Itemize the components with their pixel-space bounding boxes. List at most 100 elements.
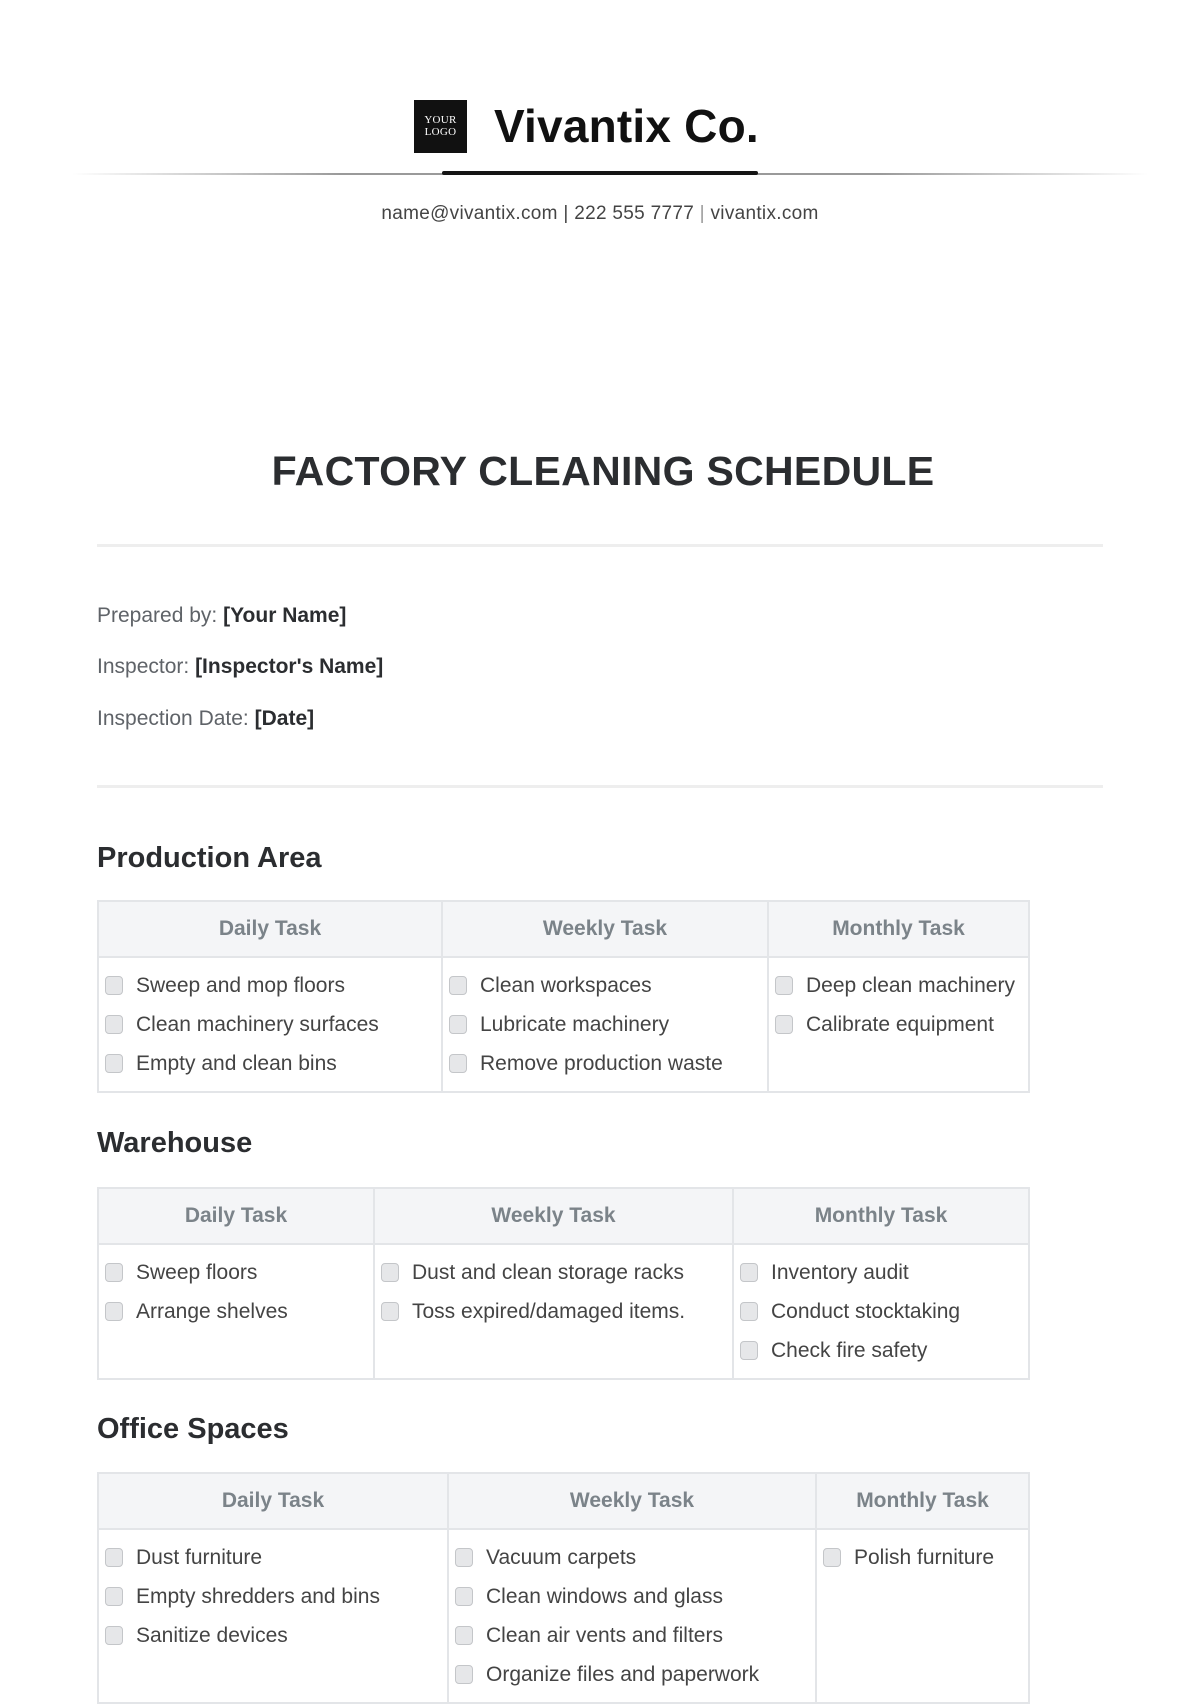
warehouse-table: Daily Task Weekly Task Monthly Task Sweep f… (97, 1187, 1030, 1380)
table-row: Dust furniture Empty shredders and bins Sa… (97, 1528, 1030, 1704)
task-label: Arrange shelves (136, 1299, 288, 1323)
task-label: Empty shredders and bins (136, 1584, 380, 1608)
task-label: Conduct stocktaking (771, 1299, 961, 1323)
task-item: Conduct stocktaking (740, 1292, 1028, 1331)
meta-value: [Date] (254, 707, 315, 730)
column-header-monthly: Monthly Task (767, 900, 1030, 958)
table-header-row: Daily Task Weekly Task Monthly Task (97, 900, 1030, 958)
logo-placeholder: YOUR LOGO (414, 99, 467, 153)
monthly-task-cell: Inventory audit Conduct stocktaking Check … (732, 1243, 1030, 1380)
checkbox[interactable] (105, 1548, 123, 1567)
column-header-daily: Daily Task (97, 900, 443, 958)
task-label: Empty and clean bins (136, 1051, 337, 1075)
task-label: Organize files and paperwork (486, 1662, 760, 1686)
checkbox[interactable] (775, 1015, 793, 1034)
task-item: Toss expired/damaged items. (381, 1292, 732, 1331)
task-item: Calibrate equipment (775, 1005, 1028, 1044)
checkbox[interactable] (740, 1263, 758, 1282)
contact-separator: | (699, 203, 705, 224)
checkbox[interactable] (105, 1302, 123, 1321)
meta-label: Inspection Date: (97, 707, 249, 730)
column-header-weekly: Weekly Task (373, 1187, 734, 1245)
task-label: Calibrate equipment (806, 1012, 994, 1036)
task-item: Clean machinery surfaces (105, 1005, 441, 1044)
checkbox[interactable] (449, 976, 467, 995)
task-item: Empty shredders and bins (105, 1577, 447, 1616)
task-item: Lubricate machinery (449, 1005, 767, 1044)
checkbox[interactable] (455, 1626, 473, 1645)
table-header-row: Daily Task Weekly Task Monthly Task (97, 1472, 1030, 1530)
column-header-daily: Daily Task (97, 1187, 375, 1245)
contact-website: vivantix.com (710, 203, 819, 224)
task-label: Deep clean machinery (806, 973, 1015, 997)
checkbox[interactable] (105, 1626, 123, 1645)
header-accent-bar (442, 171, 758, 175)
column-header-monthly: Monthly Task (815, 1472, 1030, 1530)
daily-task-cell: Sweep floors Arrange shelves (97, 1243, 375, 1380)
section-divider (97, 544, 1103, 547)
task-label: Check fire safety (771, 1338, 928, 1362)
section-title-production-area: Production Area (97, 842, 322, 874)
checkbox[interactable] (740, 1341, 758, 1360)
checkbox[interactable] (381, 1263, 399, 1282)
task-item: Sweep floors (105, 1253, 373, 1292)
task-label: Sweep and mop floors (136, 973, 345, 997)
task-label: Sweep floors (136, 1260, 258, 1284)
production-area-table: Daily Task Weekly Task Monthly Task Sweep a… (97, 900, 1030, 1093)
task-item: Sweep and mop floors (105, 966, 441, 1005)
task-label: Clean air vents and filters (486, 1623, 723, 1647)
company-name: Vivantix Co. (494, 100, 759, 152)
column-header-daily: Daily Task (97, 1472, 449, 1530)
section-title-office-spaces: Office Spaces (97, 1413, 289, 1445)
task-label: Toss expired/damaged items. (412, 1299, 686, 1323)
daily-task-cell: Sweep and mop floors Clean machinery surf… (97, 956, 443, 1093)
checkbox[interactable] (449, 1015, 467, 1034)
checkbox[interactable] (775, 976, 793, 995)
meta-value: [Inspector's Name] (195, 655, 384, 678)
checkbox[interactable] (105, 1015, 123, 1034)
task-item: Deep clean machinery (775, 966, 1028, 1005)
weekly-task-cell: Vacuum carpets Clean windows and glass Cle… (447, 1528, 817, 1704)
column-header-weekly: Weekly Task (441, 900, 769, 958)
table-row: Sweep floors Arrange shelves Dust and clea… (97, 1243, 1030, 1380)
letterhead: YOUR LOGO Vivantix Co. name@vivantix.com… (0, 0, 1200, 240)
checkbox[interactable] (105, 976, 123, 995)
task-label: Clean windows and glass (486, 1584, 723, 1608)
task-label: Clean workspaces (480, 973, 652, 997)
brand: YOUR LOGO Vivantix Co. (414, 99, 759, 153)
task-label: Inventory audit (771, 1260, 909, 1284)
checkbox[interactable] (740, 1302, 758, 1321)
section-title-warehouse: Warehouse (97, 1127, 253, 1159)
meta-inspection-date: Inspection Date: [Date] (97, 707, 314, 731)
checkbox[interactable] (449, 1054, 467, 1073)
meta-inspector: Inspector: [Inspector's Name] (97, 655, 383, 679)
logo-text-line2: LOGO (424, 126, 457, 138)
task-item: Vacuum carpets (455, 1538, 815, 1577)
contact-separator: | (563, 203, 569, 224)
contact-info: name@vivantix.com | 222 555 7777 | vivan… (0, 203, 1200, 225)
meta-label: Inspector: (97, 655, 190, 678)
monthly-task-cell: Deep clean machinery Calibrate equipment (767, 956, 1030, 1093)
task-item: Dust furniture (105, 1538, 447, 1577)
checkbox[interactable] (105, 1054, 123, 1073)
monthly-task-cell: Polish furniture (815, 1528, 1030, 1704)
contact-email: name@vivantix.com (381, 203, 558, 224)
task-label: Sanitize devices (136, 1623, 288, 1647)
office-spaces-table: Daily Task Weekly Task Monthly Task Dust fu… (97, 1472, 1030, 1704)
task-label: Vacuum carpets (486, 1545, 637, 1569)
weekly-task-cell: Dust and clean storage racks Toss expired… (373, 1243, 734, 1380)
task-item: Organize files and paperwork (455, 1655, 815, 1694)
checkbox[interactable] (105, 1587, 123, 1606)
checkbox[interactable] (455, 1665, 473, 1684)
logo-text-line1: YOUR (424, 114, 457, 126)
task-item: Clean workspaces (449, 966, 767, 1005)
meta-prepared-by: Prepared by: [Your Name] (97, 604, 346, 628)
checkbox[interactable] (105, 1263, 123, 1282)
task-item: Clean windows and glass (455, 1577, 815, 1616)
checkbox[interactable] (455, 1548, 473, 1567)
checkbox[interactable] (381, 1302, 399, 1321)
checkbox[interactable] (823, 1548, 841, 1567)
task-item: Dust and clean storage racks (381, 1253, 732, 1292)
column-header-weekly: Weekly Task (447, 1472, 817, 1530)
checkbox[interactable] (455, 1587, 473, 1606)
